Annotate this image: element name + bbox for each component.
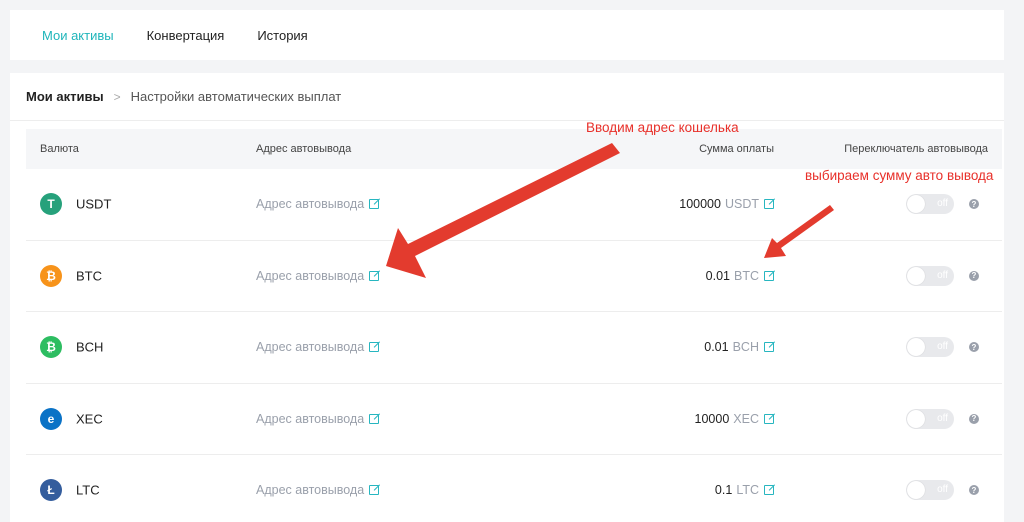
table-header: Валюта Адрес автовывода Сумма оплаты Пер… xyxy=(26,129,1002,169)
amount-edit-link[interactable]: 0.01 BTC xyxy=(706,269,774,283)
toggle-label: off xyxy=(937,412,948,424)
amount-currency: BTC xyxy=(734,268,759,283)
address-edit-link[interactable]: Адрес автовывода xyxy=(256,483,380,498)
annotation-address: Вводим адрес кошелька xyxy=(586,120,739,135)
payout-table: Валюта Адрес автовывода Сумма оплаты Пер… xyxy=(26,129,1002,522)
help-icon[interactable]: ? xyxy=(969,413,979,424)
amount-value: 10000 xyxy=(694,411,730,426)
address-placeholder: Адрес автовывода xyxy=(256,340,365,355)
tab-history[interactable]: История xyxy=(257,28,307,43)
amount-currency: XEC xyxy=(733,411,759,426)
edit-icon[interactable] xyxy=(369,413,380,424)
table-row: ₿ BTC Адрес автовывода 0.01 BTC off ? xyxy=(26,241,1002,312)
edit-icon[interactable] xyxy=(369,199,380,210)
coin-name: BCH xyxy=(76,339,104,355)
address-placeholder: Адрес автовывода xyxy=(256,197,365,212)
edit-icon[interactable] xyxy=(369,485,380,496)
coin-name: LTC xyxy=(76,482,100,498)
top-navigation: Мои активы Конвертация История xyxy=(10,10,1004,60)
toggle-label: off xyxy=(937,269,948,281)
auto-payout-toggle[interactable]: off xyxy=(906,265,954,286)
toggle-knob xyxy=(907,195,925,214)
table-row: ₿ BCH Адрес автовывода 0.01 BCH off ? xyxy=(26,312,1002,384)
amount-value: 0.01 xyxy=(705,268,730,283)
edit-icon[interactable] xyxy=(764,413,774,424)
toggle-knob xyxy=(907,338,925,357)
coin-name: XEC xyxy=(76,411,103,427)
amount-currency: USDT xyxy=(724,197,759,212)
tab-my-assets[interactable]: Мои активы xyxy=(42,28,114,43)
address-edit-link[interactable]: Адрес автовывода xyxy=(256,340,380,355)
toggle-label: off xyxy=(937,484,948,496)
bch-coin-icon: ₿ xyxy=(40,336,62,359)
amount-currency: BCH xyxy=(732,340,759,355)
btc-coin-icon: ₿ xyxy=(40,264,62,287)
xec-coin-icon: e xyxy=(40,407,62,430)
edit-icon[interactable] xyxy=(764,342,774,353)
auto-payout-panel: Мои активы > Настройки автоматических вы… xyxy=(10,73,1004,522)
ltc-coin-icon: Ł xyxy=(40,479,62,502)
breadcrumb: Мои активы > Настройки автоматических вы… xyxy=(10,73,1004,121)
amount-edit-link[interactable]: 0.01 BCH xyxy=(704,340,774,354)
edit-icon[interactable] xyxy=(369,270,380,281)
tab-conversion[interactable]: Конвертация xyxy=(147,28,225,43)
usdt-coin-icon: T xyxy=(40,193,62,216)
amount-edit-link[interactable]: 100000 USDT xyxy=(679,197,774,211)
amount-edit-link[interactable]: 10000 XEC xyxy=(695,412,774,426)
breadcrumb-current: Настройки автоматических выплат xyxy=(130,89,342,104)
address-placeholder: Адрес автовывода xyxy=(256,483,365,498)
breadcrumb-root[interactable]: Мои активы xyxy=(26,89,104,104)
auto-payout-toggle[interactable]: off xyxy=(906,408,954,429)
toggle-knob xyxy=(907,409,925,428)
coin-name: USDT xyxy=(76,196,112,212)
address-edit-link[interactable]: Адрес автовывода xyxy=(256,411,380,426)
help-icon[interactable]: ? xyxy=(969,199,979,210)
amount-value: 0.1 xyxy=(714,483,733,498)
help-icon[interactable]: ? xyxy=(969,270,979,281)
help-icon[interactable]: ? xyxy=(969,485,979,496)
table-row: e XEC Адрес автовывода 10000 XEC off ? xyxy=(26,384,1002,455)
auto-payout-toggle[interactable]: off xyxy=(906,480,954,501)
chevron-right-icon: > xyxy=(113,89,121,104)
amount-currency: LTC xyxy=(736,483,759,498)
address-placeholder: Адрес автовывода xyxy=(256,268,365,283)
header-currency: Валюта xyxy=(40,143,79,155)
toggle-label: off xyxy=(937,341,948,353)
address-edit-link[interactable]: Адрес автовывода xyxy=(256,268,380,283)
annotation-amount: выбираем сумму авто вывода xyxy=(805,168,994,183)
amount-value: 0.01 xyxy=(704,340,729,355)
coin-name: BTC xyxy=(76,268,102,284)
header-amount: Сумма оплаты xyxy=(699,143,774,155)
edit-icon[interactable] xyxy=(764,270,774,281)
auto-payout-toggle[interactable]: off xyxy=(906,194,954,215)
toggle-label: off xyxy=(937,198,948,210)
edit-icon[interactable] xyxy=(764,485,774,496)
header-address: Адрес автовывода xyxy=(256,143,352,155)
address-placeholder: Адрес автовывода xyxy=(256,411,365,426)
auto-payout-toggle[interactable]: off xyxy=(906,337,954,358)
address-edit-link[interactable]: Адрес автовывода xyxy=(256,197,380,212)
help-icon[interactable]: ? xyxy=(969,342,979,353)
edit-icon[interactable] xyxy=(764,199,774,210)
header-toggle: Переключатель автовывода xyxy=(844,143,988,155)
edit-icon[interactable] xyxy=(369,342,380,353)
table-row: Ł LTC Адрес автовывода 0.1 LTC off ? xyxy=(26,455,1002,522)
amount-edit-link[interactable]: 0.1 LTC xyxy=(715,483,774,497)
toggle-knob xyxy=(907,266,925,285)
toggle-knob xyxy=(907,481,925,500)
amount-value: 100000 xyxy=(679,197,721,212)
